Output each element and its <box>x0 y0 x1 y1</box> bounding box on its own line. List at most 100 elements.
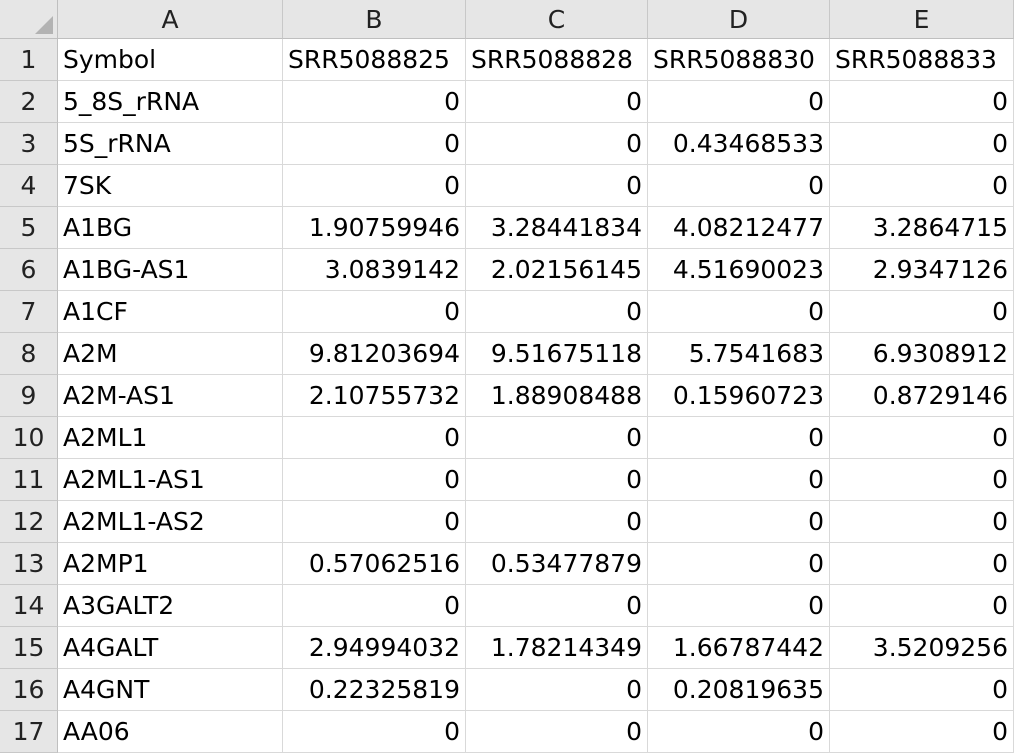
cell-d9[interactable]: 0.15960723 <box>648 375 830 417</box>
cell-d2[interactable]: 0 <box>648 81 830 123</box>
cell-c5[interactable]: 3.28441834 <box>466 207 648 249</box>
cell-b3[interactable]: 0 <box>283 123 466 165</box>
cell-c9[interactable]: 1.88908488 <box>466 375 648 417</box>
row-header[interactable]: 2 <box>0 81 58 123</box>
cell-b10[interactable]: 0 <box>283 417 466 459</box>
cell-a2[interactable]: 5_8S_rRNA <box>58 81 283 123</box>
cell-a17[interactable]: AA06 <box>58 711 283 753</box>
cell-a11[interactable]: A2ML1-AS1 <box>58 459 283 501</box>
cell-b2[interactable]: 0 <box>283 81 466 123</box>
cell-e7[interactable]: 0 <box>830 291 1014 333</box>
cell-d8[interactable]: 5.7541683 <box>648 333 830 375</box>
cell-d3[interactable]: 0.43468533 <box>648 123 830 165</box>
cell-e1[interactable]: SRR5088833 <box>830 39 1014 81</box>
cell-c3[interactable]: 0 <box>466 123 648 165</box>
cell-a1[interactable]: Symbol <box>58 39 283 81</box>
cell-d4[interactable]: 0 <box>648 165 830 207</box>
row-header[interactable]: 11 <box>0 459 58 501</box>
cell-e2[interactable]: 0 <box>830 81 1014 123</box>
cell-b7[interactable]: 0 <box>283 291 466 333</box>
cell-c15[interactable]: 1.78214349 <box>466 627 648 669</box>
column-header-d[interactable]: D <box>648 0 830 39</box>
cell-c6[interactable]: 2.02156145 <box>466 249 648 291</box>
cell-b12[interactable]: 0 <box>283 501 466 543</box>
row-header[interactable]: 16 <box>0 669 58 711</box>
cell-b13[interactable]: 0.57062516 <box>283 543 466 585</box>
cell-d16[interactable]: 0.20819635 <box>648 669 830 711</box>
cell-e9[interactable]: 0.8729146 <box>830 375 1014 417</box>
cell-d10[interactable]: 0 <box>648 417 830 459</box>
cell-a15[interactable]: A4GALT <box>58 627 283 669</box>
column-header-b[interactable]: B <box>283 0 466 39</box>
cell-c12[interactable]: 0 <box>466 501 648 543</box>
cell-a7[interactable]: A1CF <box>58 291 283 333</box>
cell-b6[interactable]: 3.0839142 <box>283 249 466 291</box>
row-header[interactable]: 15 <box>0 627 58 669</box>
row-header[interactable]: 10 <box>0 417 58 459</box>
select-all-button[interactable] <box>0 0 58 39</box>
cell-a12[interactable]: A2ML1-AS2 <box>58 501 283 543</box>
row-header[interactable]: 8 <box>0 333 58 375</box>
cell-c11[interactable]: 0 <box>466 459 648 501</box>
cell-c4[interactable]: 0 <box>466 165 648 207</box>
cell-e16[interactable]: 0 <box>830 669 1014 711</box>
cell-d15[interactable]: 1.66787442 <box>648 627 830 669</box>
cell-a14[interactable]: A3GALT2 <box>58 585 283 627</box>
row-header[interactable]: 5 <box>0 207 58 249</box>
cell-e3[interactable]: 0 <box>830 123 1014 165</box>
cell-e14[interactable]: 0 <box>830 585 1014 627</box>
cell-d12[interactable]: 0 <box>648 501 830 543</box>
cell-d17[interactable]: 0 <box>648 711 830 753</box>
cell-b14[interactable]: 0 <box>283 585 466 627</box>
cell-c16[interactable]: 0 <box>466 669 648 711</box>
cell-e8[interactable]: 6.9308912 <box>830 333 1014 375</box>
cell-c7[interactable]: 0 <box>466 291 648 333</box>
cell-e15[interactable]: 3.5209256 <box>830 627 1014 669</box>
row-header[interactable]: 13 <box>0 543 58 585</box>
cell-b17[interactable]: 0 <box>283 711 466 753</box>
cell-b11[interactable]: 0 <box>283 459 466 501</box>
cell-a13[interactable]: A2MP1 <box>58 543 283 585</box>
row-header[interactable]: 7 <box>0 291 58 333</box>
cell-a3[interactable]: 5S_rRNA <box>58 123 283 165</box>
cell-c2[interactable]: 0 <box>466 81 648 123</box>
column-header-e[interactable]: E <box>830 0 1014 39</box>
cell-c1[interactable]: SRR5088828 <box>466 39 648 81</box>
row-header[interactable]: 4 <box>0 165 58 207</box>
cell-d7[interactable]: 0 <box>648 291 830 333</box>
row-header[interactable]: 17 <box>0 711 58 753</box>
cell-e4[interactable]: 0 <box>830 165 1014 207</box>
cell-a10[interactable]: A2ML1 <box>58 417 283 459</box>
cell-d1[interactable]: SRR5088830 <box>648 39 830 81</box>
cell-a5[interactable]: A1BG <box>58 207 283 249</box>
row-header[interactable]: 14 <box>0 585 58 627</box>
cell-e11[interactable]: 0 <box>830 459 1014 501</box>
cell-c17[interactable]: 0 <box>466 711 648 753</box>
cell-e13[interactable]: 0 <box>830 543 1014 585</box>
cell-a6[interactable]: A1BG-AS1 <box>58 249 283 291</box>
row-header[interactable]: 9 <box>0 375 58 417</box>
cell-a16[interactable]: A4GNT <box>58 669 283 711</box>
cell-b4[interactable]: 0 <box>283 165 466 207</box>
row-header[interactable]: 3 <box>0 123 58 165</box>
cell-e6[interactable]: 2.9347126 <box>830 249 1014 291</box>
row-header[interactable]: 1 <box>0 39 58 81</box>
cell-d5[interactable]: 4.08212477 <box>648 207 830 249</box>
cell-d6[interactable]: 4.51690023 <box>648 249 830 291</box>
column-header-c[interactable]: C <box>466 0 648 39</box>
cell-c8[interactable]: 9.51675118 <box>466 333 648 375</box>
cell-d13[interactable]: 0 <box>648 543 830 585</box>
cell-c10[interactable]: 0 <box>466 417 648 459</box>
cell-e5[interactable]: 3.2864715 <box>830 207 1014 249</box>
cell-d14[interactable]: 0 <box>648 585 830 627</box>
column-header-a[interactable]: A <box>58 0 283 39</box>
cell-b8[interactable]: 9.81203694 <box>283 333 466 375</box>
cell-d11[interactable]: 0 <box>648 459 830 501</box>
cell-a9[interactable]: A2M-AS1 <box>58 375 283 417</box>
cell-c13[interactable]: 0.53477879 <box>466 543 648 585</box>
cell-e10[interactable]: 0 <box>830 417 1014 459</box>
cell-b1[interactable]: SRR5088825 <box>283 39 466 81</box>
cell-b9[interactable]: 2.10755732 <box>283 375 466 417</box>
cell-b15[interactable]: 2.94994032 <box>283 627 466 669</box>
cell-e12[interactable]: 0 <box>830 501 1014 543</box>
